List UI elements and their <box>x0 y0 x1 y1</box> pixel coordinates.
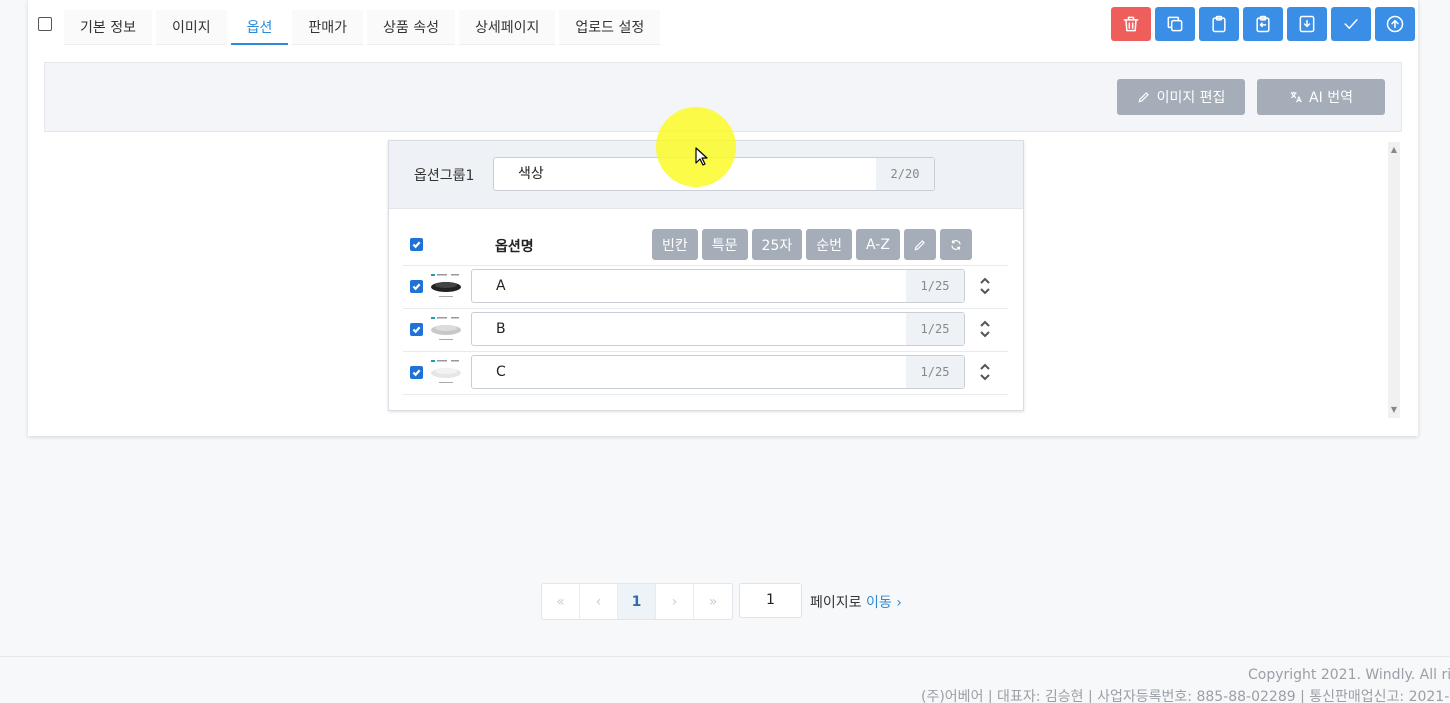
translate-icon <box>1290 91 1302 103</box>
tab-images[interactable]: 이미지 <box>155 10 227 45</box>
option-group-name-value[interactable]: 색상 <box>494 158 876 190</box>
edit-image-button[interactable]: 이미지 편집 <box>1117 79 1245 115</box>
cloud-upload-icon <box>1386 15 1404 33</box>
select-all-checkbox[interactable] <box>38 17 52 31</box>
edit-image-label: 이미지 편집 <box>1156 90 1226 106</box>
chevron-up-down-icon <box>980 363 990 381</box>
sort-az-tool-button[interactable]: A-Z <box>856 229 900 260</box>
tab-bar: 기본 정보 이미지 옵션 판매가 상품 속성 상세페이지 업로드 설정 <box>64 10 661 45</box>
tab-attributes[interactable]: 상품 속성 <box>367 10 456 45</box>
pencil-icon <box>914 239 925 250</box>
checkmark-icon <box>412 283 421 291</box>
tab-options[interactable]: 옵션 <box>230 10 289 45</box>
page-number-input[interactable]: 1 <box>739 583 802 618</box>
option-char-count: 1/25 <box>906 270 964 302</box>
download-icon <box>1299 15 1315 33</box>
footer-copyright: Copyright 2021. Windly. All rights reser… <box>1248 667 1450 683</box>
option-toolbar-panel: 이미지 편집 AI 번역 <box>44 62 1402 132</box>
copy-button[interactable] <box>1155 7 1195 41</box>
option-thumbnail[interactable] <box>429 358 463 386</box>
option-char-count: 1/25 <box>906 356 964 388</box>
option-group-label: 옵션그룹1 <box>414 168 475 184</box>
option-name-input[interactable]: A 1/25 <box>471 269 965 303</box>
row-divider <box>403 351 1008 352</box>
tab-basic-info[interactable]: 기본 정보 <box>64 10 152 45</box>
reorder-handle[interactable] <box>978 276 992 296</box>
pagination: « ‹ 1 › » <box>541 583 733 620</box>
option-name-header: 옵션명 <box>495 239 534 255</box>
first-page-button[interactable]: « <box>542 584 580 619</box>
scrollbar[interactable]: ▲ ▼ <box>1388 142 1400 418</box>
refresh-icon <box>951 239 961 250</box>
trash-icon <box>1123 16 1139 32</box>
edit-tool-button[interactable] <box>903 229 936 260</box>
next-page-button[interactable]: › <box>656 584 694 619</box>
scroll-down-icon[interactable]: ▼ <box>1388 404 1400 416</box>
reorder-handle[interactable] <box>978 362 992 382</box>
last-page-button[interactable]: » <box>694 584 732 619</box>
row-divider <box>403 265 1008 266</box>
option-checkbox[interactable] <box>410 366 423 379</box>
special-char-tool-button[interactable]: 특문 <box>701 229 748 260</box>
chevron-up-down-icon <box>980 320 990 338</box>
blank-tool-button[interactable]: 빈칸 <box>652 229 698 260</box>
confirm-button[interactable] <box>1331 7 1371 41</box>
reorder-handle[interactable] <box>978 319 992 339</box>
option-checkbox[interactable] <box>410 280 423 293</box>
option-thumbnail[interactable] <box>429 272 463 300</box>
option-name-input[interactable]: B 1/25 <box>471 312 965 346</box>
checkmark-icon <box>412 241 421 249</box>
scroll-up-icon[interactable]: ▲ <box>1388 144 1400 156</box>
upload-button[interactable] <box>1375 7 1415 41</box>
page-button-current[interactable]: 1 <box>618 584 656 619</box>
tab-upload-settings[interactable]: 업로드 설정 <box>559 10 661 45</box>
option-thumbnail[interactable] <box>429 315 463 343</box>
row-divider <box>403 394 1008 395</box>
25-char-tool-button[interactable]: 25자 <box>751 229 803 260</box>
prev-page-button[interactable]: ‹ <box>580 584 618 619</box>
option-name-value[interactable]: A <box>472 270 906 302</box>
option-char-count: 1/25 <box>906 313 964 345</box>
toolbar <box>1111 7 1415 41</box>
delete-button[interactable] <box>1111 7 1151 41</box>
checkmark-icon <box>412 369 421 377</box>
option-group-name-input[interactable]: 색상 2/20 <box>493 157 935 191</box>
ai-translate-label: AI 번역 <box>1309 90 1353 106</box>
pencil-icon <box>1138 92 1149 103</box>
tab-price[interactable]: 판매가 <box>292 10 364 45</box>
mouse-cursor-icon <box>695 147 708 166</box>
footer-company-info: (주)어베어 | 대표자: 김승현 | 사업자등록번호: 885-88-0228… <box>921 689 1450 703</box>
option-checkbox[interactable] <box>410 323 423 336</box>
goto-label: 페이지로 <box>810 595 862 611</box>
option-select-all-checkbox[interactable] <box>410 238 423 251</box>
row-divider <box>403 308 1008 309</box>
option-group-char-count: 2/20 <box>876 158 934 190</box>
option-name-input[interactable]: C 1/25 <box>471 355 965 389</box>
tab-detail-page[interactable]: 상세페이지 <box>459 10 556 45</box>
paste-button[interactable] <box>1243 7 1283 41</box>
check-icon <box>1344 19 1358 29</box>
clipboard-paste-icon <box>1256 15 1270 33</box>
goto-page: 페이지로 이동 › <box>810 592 902 612</box>
option-tools: 빈칸 특문 25자 순번 A-Z <box>652 229 972 260</box>
sequence-tool-button[interactable]: 순번 <box>806 229 852 260</box>
goto-link[interactable]: 이동 › <box>866 595 902 611</box>
checkmark-icon <box>412 326 421 334</box>
copy-icon <box>1167 16 1183 32</box>
option-group-card: 옵션그룹1 색상 2/20 옵션명 빈칸 특문 25자 순번 A-Z A 1/2… <box>388 140 1024 411</box>
ai-translate-button[interactable]: AI 번역 <box>1257 79 1385 115</box>
option-name-value[interactable]: C <box>472 356 906 388</box>
option-name-value[interactable]: B <box>472 313 906 345</box>
footer-divider <box>0 656 1450 657</box>
reset-tool-button[interactable] <box>939 229 972 260</box>
chevron-up-down-icon <box>980 277 990 295</box>
clipboard-button[interactable] <box>1199 7 1239 41</box>
download-button[interactable] <box>1287 7 1327 41</box>
clipboard-icon <box>1212 15 1226 33</box>
